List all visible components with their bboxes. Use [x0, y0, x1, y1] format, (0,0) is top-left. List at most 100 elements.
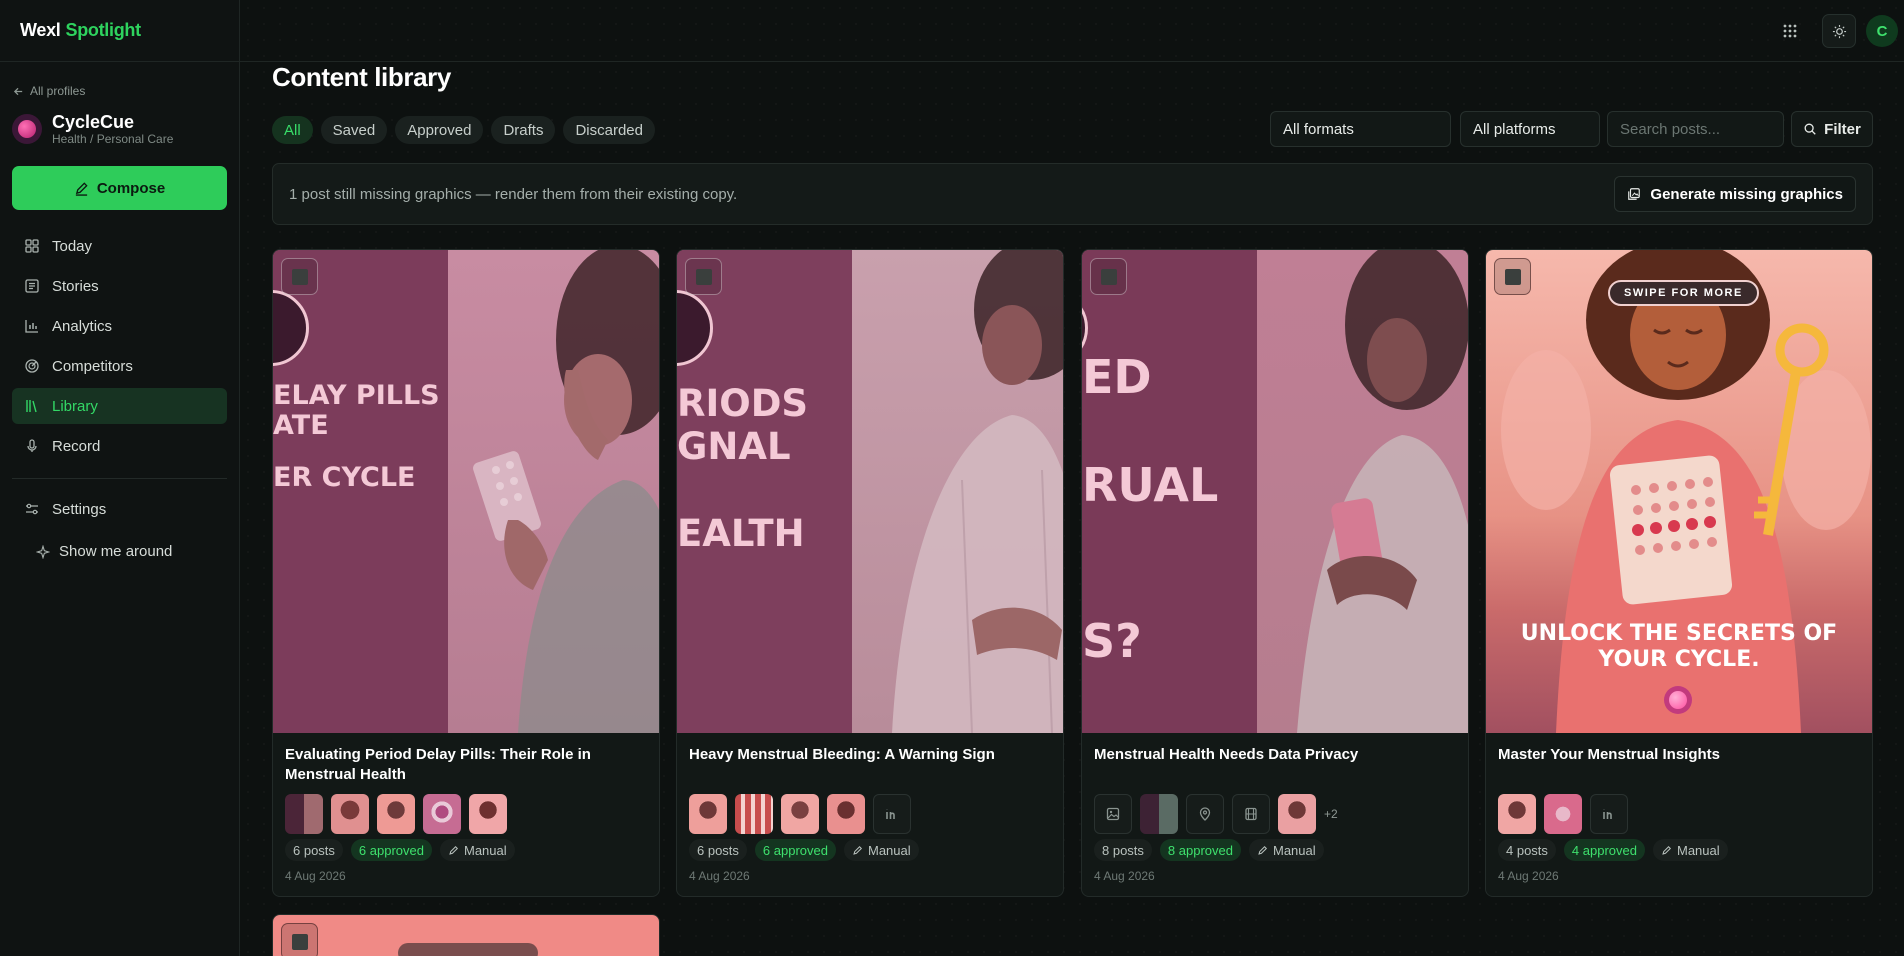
- brand-logo[interactable]: Wexl Spotlight: [0, 0, 239, 62]
- tab-saved[interactable]: Saved: [320, 116, 388, 144]
- nav-label: Library: [52, 397, 98, 415]
- card-stats: 4 posts 4 approved Manual: [1498, 839, 1728, 861]
- mode-badge: Manual: [439, 839, 515, 861]
- card-title: Evaluating Period Delay Pills: Their Rol…: [285, 746, 591, 783]
- user-avatar[interactable]: C: [1866, 15, 1898, 47]
- settings-section: Settings: [12, 491, 227, 531]
- apps-grid-button[interactable]: [1773, 14, 1807, 48]
- poster-text: GNAL: [677, 425, 791, 468]
- tab-drafts[interactable]: Drafts: [491, 116, 556, 144]
- post-thumbnail[interactable]: [1140, 794, 1178, 834]
- back-to-profiles-link[interactable]: All profiles: [13, 84, 85, 98]
- theme-toggle-button[interactable]: [1822, 14, 1856, 48]
- select-checkbox[interactable]: [281, 258, 318, 295]
- linkedin-placeholder[interactable]: [873, 794, 911, 834]
- profile-category: Health / Personal Care: [52, 132, 174, 146]
- post-thumbnail[interactable]: [689, 794, 727, 834]
- card-title: Master Your Menstrual Insights: [1498, 746, 1720, 763]
- post-thumbnail[interactable]: [377, 794, 415, 834]
- posts-count-badge: 6 posts: [689, 839, 747, 861]
- compose-label: Compose: [96, 179, 166, 197]
- approved-count-badge: 6 approved: [350, 839, 432, 861]
- content-card[interactable]: ED RUAL S? Menstrual Health Needs Data P…: [1081, 249, 1469, 897]
- card-cover-image[interactable]: RIODS GNAL EALTH: [677, 250, 1063, 733]
- tab-all[interactable]: All: [272, 116, 313, 144]
- filter-button[interactable]: Filter: [1791, 111, 1873, 147]
- post-thumbnail[interactable]: [469, 794, 507, 834]
- sidebar-divider: [12, 478, 227, 479]
- linkedin-placeholder[interactable]: [1590, 794, 1628, 834]
- nav-item-today[interactable]: Today: [12, 228, 227, 264]
- card-title: Heavy Menstrual Bleeding: A Warning Sign: [689, 746, 995, 763]
- poster-text: S?: [1082, 614, 1142, 668]
- post-thumbnail[interactable]: [735, 794, 773, 834]
- location-placeholder[interactable]: [1186, 794, 1224, 834]
- mode-badge: Manual: [1248, 839, 1324, 861]
- tab-discarded[interactable]: Discarded: [563, 116, 655, 144]
- approved-count-badge: 4 approved: [1563, 839, 1645, 861]
- search-input[interactable]: [1607, 111, 1784, 147]
- nav-label: Record: [52, 437, 101, 455]
- card-cover-image[interactable]: SWIPE FOR MORE UNLOCK THE SECRETS OF YOU…: [1486, 250, 1872, 733]
- card-cover-image[interactable]: ELAY PILLS ATE ER CYCLE: [273, 250, 659, 733]
- select-checkbox[interactable]: [685, 258, 722, 295]
- search-icon: [1804, 123, 1816, 135]
- radar-icon: [25, 359, 39, 373]
- nav-item-record[interactable]: Record: [12, 428, 227, 464]
- card-cover-image[interactable]: ED RUAL S?: [1082, 250, 1468, 733]
- nav-item-library[interactable]: Library: [12, 388, 227, 424]
- post-thumbnail[interactable]: [331, 794, 369, 834]
- video-placeholder[interactable]: [1232, 794, 1270, 834]
- sidebar: Wexl Spotlight All profiles CycleCue Hea…: [0, 0, 240, 956]
- pencil-icon: [1662, 845, 1671, 855]
- select-checkbox[interactable]: [1494, 258, 1531, 295]
- content-card[interactable]: RIODS GNAL EALTH Heavy Menstrual Bleedin…: [676, 249, 1064, 897]
- card-stats: 6 posts 6 approved Manual: [689, 839, 919, 861]
- nav-label: Stories: [52, 277, 99, 295]
- formats-select[interactable]: All formats: [1270, 111, 1451, 147]
- nav-item-analytics[interactable]: Analytics: [12, 308, 227, 344]
- nav-item-stories[interactable]: Stories: [12, 268, 227, 304]
- select-checkbox[interactable]: [281, 923, 318, 956]
- swipe-badge-partial: [398, 943, 538, 956]
- card-stats: 6 posts 6 approved Manual: [285, 839, 515, 861]
- select-checkbox[interactable]: [1090, 258, 1127, 295]
- brand-name-part1: Wexl: [20, 20, 61, 40]
- post-thumbnail[interactable]: [1498, 794, 1536, 834]
- mode-badge: Manual: [843, 839, 919, 861]
- post-thumbnail[interactable]: [285, 794, 323, 834]
- generate-label: Generate missing graphics: [1650, 185, 1843, 203]
- tab-approved[interactable]: Approved: [395, 116, 484, 144]
- post-thumbnail[interactable]: [827, 794, 865, 834]
- content-card-partial[interactable]: [272, 914, 660, 956]
- content-card[interactable]: SWIPE FOR MORE UNLOCK THE SECRETS OF YOU…: [1485, 249, 1873, 897]
- film-icon: [1245, 807, 1257, 821]
- platforms-select[interactable]: All platforms: [1460, 111, 1600, 147]
- image-placeholder[interactable]: [1094, 794, 1132, 834]
- card-date: 4 Aug 2026: [1498, 869, 1559, 883]
- post-thumbnail[interactable]: [781, 794, 819, 834]
- poster-text: RIODS: [677, 382, 809, 425]
- nav-item-settings[interactable]: Settings: [12, 491, 227, 527]
- card-stats: 8 posts 8 approved Manual: [1094, 839, 1324, 861]
- post-thumbnail[interactable]: [1544, 794, 1582, 834]
- show-me-around-link[interactable]: Show me around: [36, 543, 172, 560]
- image-icon: [1106, 807, 1120, 821]
- nav-item-competitors[interactable]: Competitors: [12, 348, 227, 384]
- post-thumbnail[interactable]: [423, 794, 461, 834]
- nav-label: Today: [52, 237, 93, 255]
- generate-missing-graphics-button[interactable]: Generate missing graphics: [1614, 176, 1856, 212]
- poster-text: ATE: [273, 410, 329, 441]
- poster-illustration: [1297, 250, 1468, 733]
- poster-headline: UNLOCK THE SECRETS OF YOUR CYCLE.: [1486, 621, 1872, 673]
- post-thumbnail[interactable]: [1278, 794, 1316, 834]
- microphone-icon: [27, 439, 37, 452]
- compose-button[interactable]: Compose: [12, 166, 227, 210]
- linkedin-icon: [1603, 809, 1612, 819]
- nav-label: Settings: [52, 500, 107, 518]
- posts-count-badge: 4 posts: [1498, 839, 1556, 861]
- content-card[interactable]: ELAY PILLS ATE ER CYCLE Evaluating Perio…: [272, 249, 660, 897]
- main-nav: Today Stories Analytics Competitors Libr…: [12, 228, 227, 468]
- mode-badge: Manual: [1652, 839, 1728, 861]
- nav-label: Competitors: [52, 357, 133, 375]
